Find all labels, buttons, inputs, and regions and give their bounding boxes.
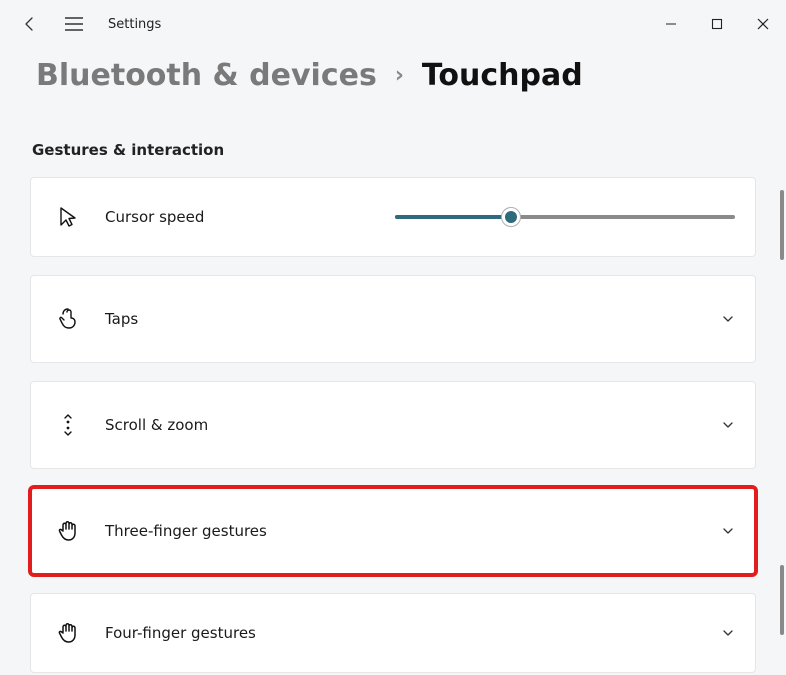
three-finger-gestures-row[interactable]: Three-finger gestures [30,487,756,575]
window-controls [648,8,786,40]
taps-row[interactable]: Taps [30,275,756,363]
close-button[interactable] [740,8,786,40]
hand-icon [53,520,83,542]
chevron-right-icon: › [395,63,404,88]
four-finger-label: Four-finger gestures [105,624,256,642]
cursor-speed-slider[interactable] [395,205,735,229]
four-finger-gestures-row[interactable]: Four-finger gestures [30,593,756,673]
breadcrumb: Bluetooth & devices › Touchpad [36,58,750,93]
cursor-speed-label: Cursor speed [105,208,204,226]
section-title: Gestures & interaction [32,141,756,159]
back-button[interactable] [20,14,40,34]
chevron-down-icon [721,312,735,326]
scrollbar[interactable] [780,565,784,635]
chevron-down-icon [721,626,735,640]
title-bar: Settings [0,0,786,48]
taps-label: Taps [105,310,138,328]
maximize-button[interactable] [694,8,740,40]
scroll-zoom-row[interactable]: Scroll & zoom [30,381,756,469]
cursor-icon [53,206,83,228]
chevron-down-icon [721,418,735,432]
scroll-zoom-label: Scroll & zoom [105,416,208,434]
three-finger-label: Three-finger gestures [105,522,267,540]
page-title: Touchpad [422,58,583,93]
app-title: Settings [108,17,161,32]
minimize-button[interactable] [648,8,694,40]
hamburger-menu-icon[interactable] [64,14,84,34]
hand-icon [53,622,83,644]
breadcrumb-parent[interactable]: Bluetooth & devices [36,58,377,93]
chevron-down-icon [721,524,735,538]
scrollbar[interactable] [780,190,784,260]
scroll-zoom-icon [53,413,83,437]
cursor-speed-row: Cursor speed [30,177,756,257]
tap-icon [53,308,83,330]
